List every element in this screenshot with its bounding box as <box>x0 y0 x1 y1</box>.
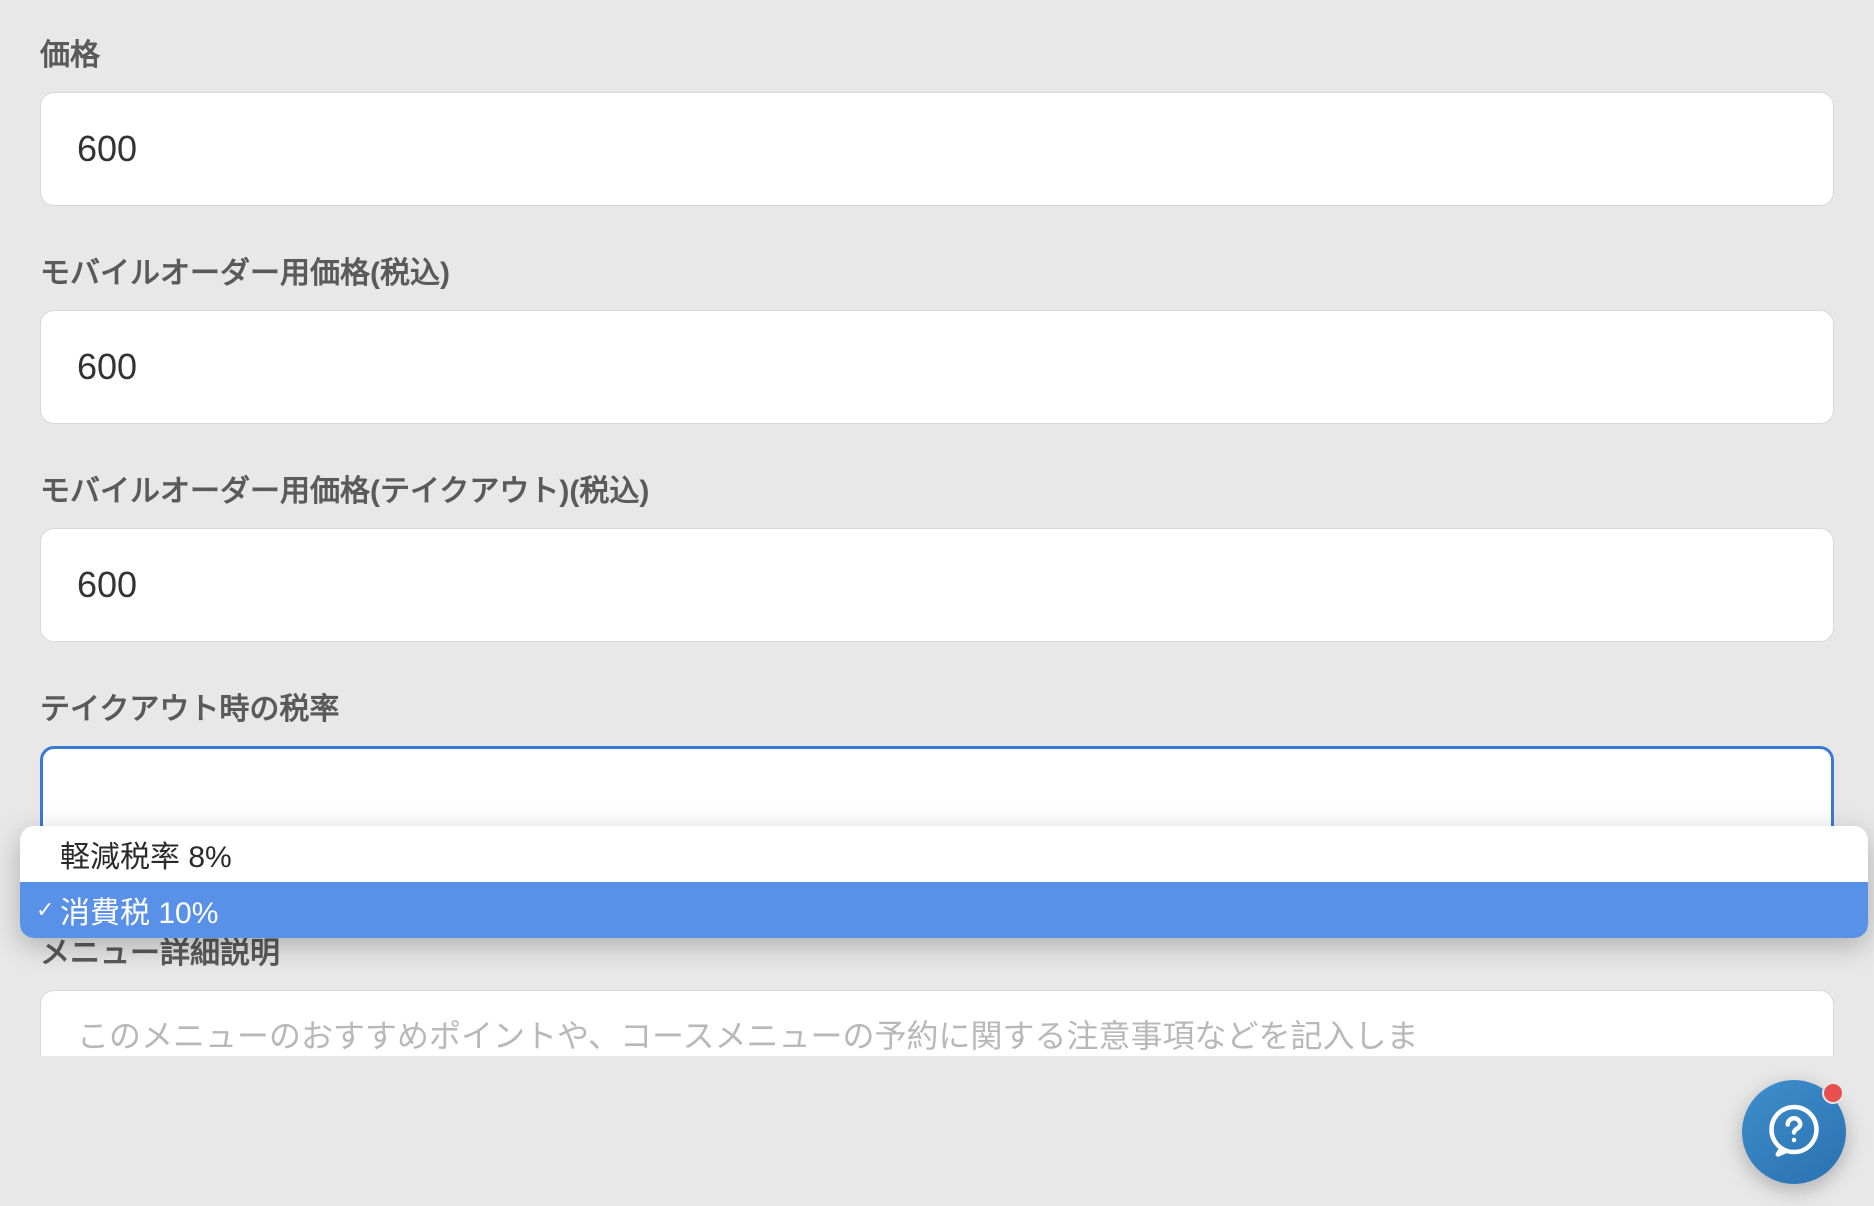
price-input[interactable] <box>40 92 1834 206</box>
tax-rate-option-10-label: 消費税 10% <box>60 888 218 932</box>
menu-detail-textarea[interactable]: このメニューのおすすめポイントや、コースメニューの予約に関する注意事項などを記入… <box>40 990 1834 1056</box>
mobile-order-takeout-price-group: モバイルオーダー用価格(テイクアウト)(税込) <box>40 466 1834 642</box>
tax-rate-option-8[interactable]: 軽減税率 8% <box>20 826 1868 882</box>
menu-edit-form: 価格 モバイルオーダー用価格(税込) モバイルオーダー用価格(テイクアウト)(税… <box>0 0 1874 1128</box>
tax-rate-option-8-label: 軽減税率 8% <box>60 832 232 876</box>
notification-dot-icon <box>1822 1082 1844 1104</box>
help-chat-icon <box>1764 1102 1824 1162</box>
tax-rate-option-10[interactable]: ✓ 消費税 10% <box>20 882 1868 938</box>
tax-rate-dropdown: 軽減税率 8% ✓ 消費税 10% <box>20 826 1868 938</box>
check-icon: ✓ <box>36 897 60 923</box>
price-label: 価格 <box>40 30 1834 74</box>
mobile-order-price-input[interactable] <box>40 310 1834 424</box>
mobile-order-takeout-price-label: モバイルオーダー用価格(テイクアウト)(税込) <box>40 466 1834 510</box>
price-group: 価格 <box>40 30 1834 206</box>
help-chat-button[interactable] <box>1742 1080 1846 1184</box>
menu-detail-group: メニュー詳細説明 このメニューのおすすめポイントや、コースメニューの予約に関する… <box>40 928 1834 1056</box>
mobile-order-price-group: モバイルオーダー用価格(税込) <box>40 248 1834 424</box>
takeout-tax-rate-label: テイクアウト時の税率 <box>40 684 1834 728</box>
mobile-order-price-label: モバイルオーダー用価格(税込) <box>40 248 1834 292</box>
mobile-order-takeout-price-input[interactable] <box>40 528 1834 642</box>
